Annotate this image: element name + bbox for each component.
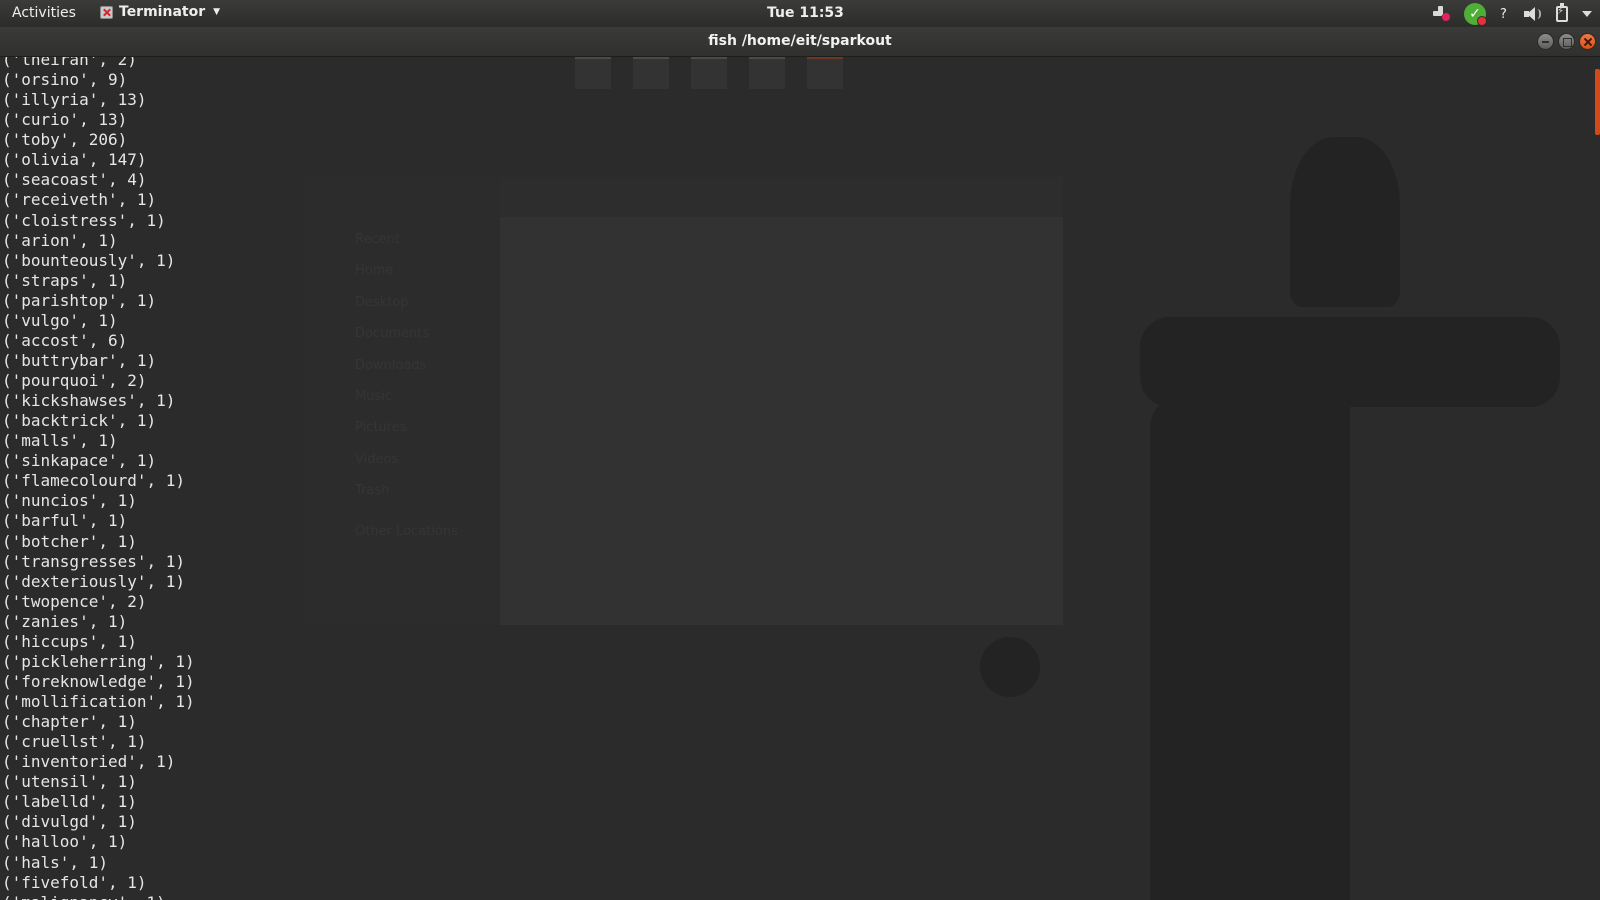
terminal-line: ('cruellst', 1) [2,732,147,752]
terminal-line: ('seacoast', 4) [2,170,147,190]
terminal-line: ('barful', 1) [2,511,128,531]
app-menu[interactable]: Terminator ▼ [100,4,220,20]
terminal-line: ('toby', 206) [2,130,128,150]
clock[interactable]: Tue 11:53 [767,5,844,21]
terminal-line: ('backtrick', 1) [2,411,157,431]
terminal-line: ('inventoried', 1) [2,752,176,772]
minimize-button[interactable] [1537,33,1554,50]
terminal-line: ('mollification', 1) [2,692,195,711]
terminal-line: ('chapter', 1) [2,712,137,732]
terminal-pane[interactable]: Recent Home Desktop Documents Downloads Music… [0,57,1600,900]
terminal-line: ('twopence', 2) [2,591,147,611]
terminal-scrollbar[interactable] [1595,69,1600,135]
terminal-line: ('malignancy', 1) [2,893,195,900]
app-menu-label: Terminator [119,4,206,20]
maximize-button[interactable] [1558,33,1575,50]
terminal-line: ('utensil', 1) [2,772,137,792]
terminator-icon [100,5,113,19]
terminal-line: ('cloistress', 1) [2,210,166,230]
terminal-line: ('foreknowledge', 1) [2,671,195,691]
terminal-line: ('straps', 1) [2,270,128,290]
terminal-line: ('illyria', 13) [2,90,147,110]
ghost-sidebar-item: Documents [355,326,430,342]
terminal-line: ('transgresses', 1) [2,551,186,571]
terminal-output: ('theiran', 2) ('orsino', 9) ('illyria', 1… [2,57,195,900]
terminal-line: ('dexteriously', 1) [2,571,186,591]
ghost-sidebar-item: Videos [355,451,399,467]
terminal-line: ('flamecolourd', 1) [2,471,186,491]
terminal-line: ('divulgd', 1) [2,812,137,832]
terminal-line: ('bounteously', 1) [2,250,176,270]
terminal-line: ('halloo', 1) [2,832,128,852]
ghost-main [500,217,1063,625]
volume-icon[interactable] [1524,6,1542,22]
ghost-sidebar-item: Other Locations [355,523,458,539]
terminal-line: ('hiccups', 1) [2,631,137,651]
close-button[interactable] [1579,33,1596,50]
terminal-line: ('fivefold', 1) [2,872,147,892]
ghost-wallpaper-art [980,97,1600,900]
battery-icon[interactable] [1556,3,1568,22]
window-title: fish /home/eit/sparkout [708,33,892,49]
system-menu-chevron-icon[interactable] [1582,11,1592,17]
terminal-line: ('zanies', 1) [2,611,128,631]
ghost-sidebar-item: Pictures [355,420,407,436]
terminal-line: ('labelld', 1) [2,792,137,812]
terminal-line: ('parishtop', 1) [2,290,157,310]
terminal-line: ('kickshawses', 1) [2,391,176,411]
activities-button[interactable]: Activities [12,5,76,21]
window-titlebar[interactable]: fish /home/eit/sparkout [0,27,1600,57]
update-check-icon[interactable]: ✓ [1464,3,1487,26]
terminal-line: ('hals', 1) [2,852,108,872]
terminal-line: ('vulgo', 1) [2,310,118,330]
terminal-line: ('arion', 1) [2,230,118,250]
top-panel: Activities Terminator ▼ Tue 11:53 ✓ ? [0,0,1600,27]
terminal-line: ('accost', 6) [2,330,128,350]
terminal-line: ('pickleherring', 1) [2,651,195,671]
terminal-line: ('buttrybar', 1) [2,350,157,370]
slack-icon[interactable] [1432,5,1450,23]
terminal-line: ('receiveth', 1) [2,190,157,210]
terminal-line: ('botcher', 1) [2,531,137,551]
terminal-line: ('curio', 13) [2,110,128,130]
system-tray: ✓ ? [1432,3,1592,26]
ghost-sidebar-item: Trash [355,483,390,499]
ghost-sidebar-item: Desktop [355,294,409,310]
chevron-down-icon: ▼ [213,7,221,17]
terminal-line: ('malls', 1) [2,431,118,451]
ghost-file-manager: Recent Home Desktop Documents Downloads Music… [305,177,1063,625]
ghost-sidebar: Recent Home Desktop Documents Downloads Music… [305,177,500,625]
help-icon[interactable]: ? [1500,7,1510,22]
terminal-line: ('olivia', 147) [2,150,147,170]
terminal-line: ('pourquoi', 2) [2,371,147,390]
ghost-sidebar-item: Recent [355,232,400,247]
ghost-sidebar-item: Music [355,389,392,404]
ghost-sidebar-item: Home [355,263,394,279]
terminal-line: ('nuncios', 1) [2,491,137,511]
window-controls [1537,33,1596,50]
ghost-thumbnails [575,57,875,117]
ghost-sidebar-item: Downloads [355,357,427,373]
terminal-line: ('theiran', 2) [2,57,137,69]
terminal-line: ('sinkapace', 1) [2,451,157,471]
terminal-line: ('orsino', 9) [2,70,128,90]
